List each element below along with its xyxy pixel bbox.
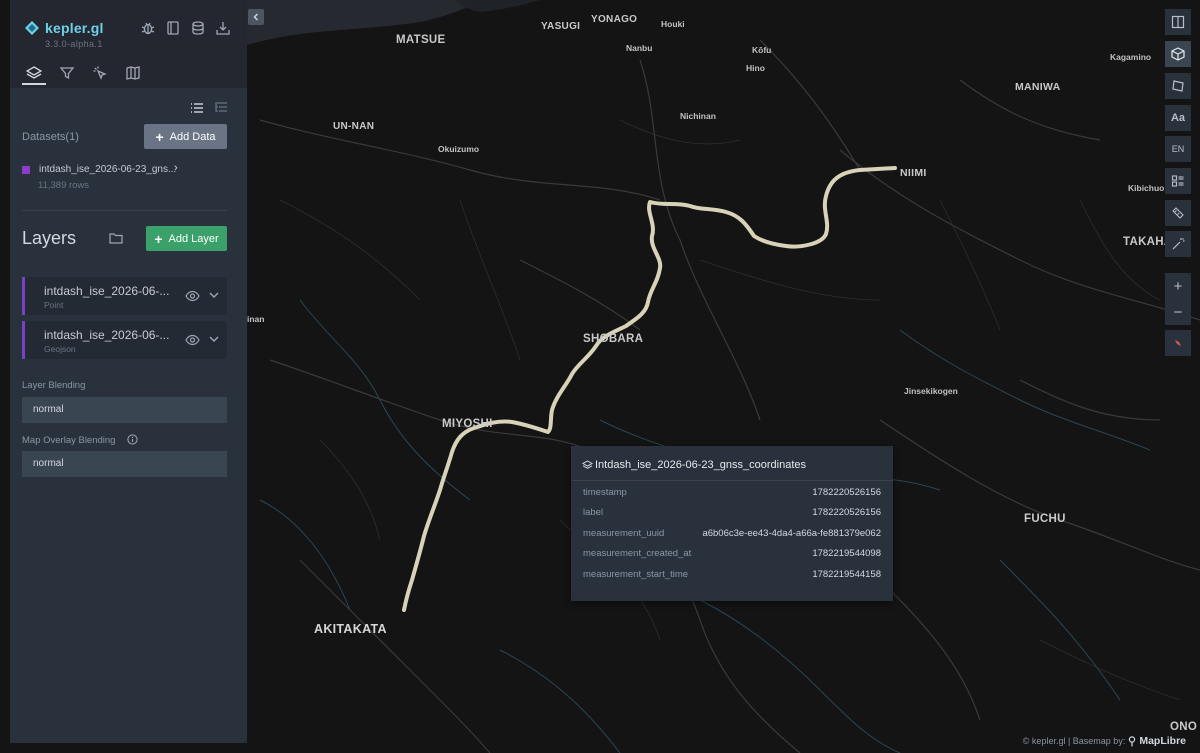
eye-icon[interactable]	[185, 289, 200, 303]
ruler-icon	[1172, 207, 1184, 219]
layers-title: Layers	[22, 228, 77, 248]
eye-icon[interactable]	[185, 333, 200, 347]
tree-view-icon[interactable]	[213, 100, 229, 116]
add-data-button[interactable]: + Add Data	[144, 124, 227, 149]
tooltip-row: measurement_created_at 1782219544098	[583, 548, 881, 562]
section-divider	[22, 210, 227, 211]
layers-icon	[26, 66, 42, 79]
collapse-panel-button[interactable]	[248, 9, 264, 25]
add-data-label: Add Data	[169, 130, 216, 143]
dataset-name[interactable]: intdash_ise_2026-06-23_gns...	[39, 164, 176, 175]
tooltip-value: 1782219544158	[812, 569, 881, 580]
chevron-down-icon[interactable]	[208, 289, 220, 301]
dataset-color-swatch	[22, 166, 30, 174]
compass-button[interactable]	[1165, 330, 1191, 356]
layer-type: Point	[44, 300, 64, 310]
layer-card-geojson[interactable]: intdash_ise_2026-06-... Geojson	[22, 321, 227, 359]
map-legend-button[interactable]	[1165, 168, 1191, 194]
app-version: 3.3.0-alpha.1	[45, 39, 103, 49]
layer-card-point[interactable]: intdash_ise_2026-06-... Point	[22, 277, 227, 315]
app-name: kepler.gl	[45, 20, 104, 36]
add-layer-label: Add Layer	[168, 232, 219, 245]
tooltip-row: measurement_uuid a6b06c3e-ee43-4da4-a66a…	[583, 528, 881, 542]
filter-icon	[59, 67, 75, 80]
map-text-button[interactable]: Aa	[1165, 105, 1191, 131]
info-icon[interactable]	[127, 434, 138, 445]
side-panel: kepler.gl 3.3.0-alpha.1 Datasets(1) + Ad…	[10, 0, 247, 743]
tab-interactions[interactable]	[89, 62, 111, 84]
database-icon[interactable]	[190, 20, 206, 36]
tooltip-value: 1782220526156	[812, 507, 881, 518]
datasets-title: Datasets(1)	[22, 131, 79, 143]
magic-wand-icon	[1172, 238, 1185, 250]
split-map-button[interactable]	[1165, 9, 1191, 35]
tooltip-value: a6b06c3e-ee43-4da4-a66a-fe881379e062	[702, 528, 881, 539]
chevron-down-icon[interactable]	[208, 333, 220, 345]
hover-tooltip: Intdash_ise_2026-06-23_gnss_coordinates …	[571, 446, 893, 601]
tooltip-divider	[571, 480, 893, 481]
tab-layers[interactable]	[23, 62, 45, 84]
tooltip-key: measurement_start_time	[583, 569, 689, 580]
zoom-out-button[interactable]: −	[1165, 299, 1191, 325]
add-layer-button[interactable]: + Add Layer	[146, 226, 227, 251]
layer-blending-select[interactable]: normal	[22, 397, 227, 423]
layer-title[interactable]: intdash_ise_2026-06-...	[44, 284, 169, 298]
kepler-logo-icon	[25, 21, 39, 35]
cursor-click-icon	[93, 66, 107, 80]
kepler-attribution[interactable]: © kepler.gl | Basemap by:	[1023, 736, 1126, 746]
locale-button[interactable]: EN	[1165, 136, 1191, 162]
layers-icon	[582, 460, 593, 469]
tooltip-value: 1782220526156	[812, 487, 881, 498]
tab-base-map[interactable]	[122, 62, 144, 84]
split-map-icon	[1171, 15, 1185, 29]
tooltip-key: label	[583, 507, 604, 518]
tooltip-key: timestamp	[583, 487, 627, 498]
legend-button[interactable]	[1165, 73, 1191, 99]
polygon-icon	[1172, 80, 1184, 92]
plus-icon: +	[155, 128, 164, 145]
active-tab-indicator	[22, 83, 46, 85]
tooltip-row: timestamp 1782220526156	[583, 487, 881, 501]
3d-view-button[interactable]	[1165, 41, 1191, 67]
map-attribution: © kepler.gl | Basemap by: MapLibre	[1023, 735, 1186, 747]
legend-icon	[1171, 175, 1184, 187]
tooltip-title: Intdash_ise_2026-06-23_gnss_coordinates	[595, 459, 806, 471]
overlay-blending-select[interactable]: normal	[22, 451, 227, 477]
tooltip-value: 1782219544098	[812, 548, 881, 559]
chevron-right-icon[interactable]: ›	[174, 162, 178, 174]
tooltip-row: label 1782220526156	[583, 507, 881, 521]
tooltip-row: measurement_start_time 1782219544158	[583, 569, 881, 583]
plus-icon: +	[154, 230, 163, 247]
tooltip-key: measurement_created_at	[583, 548, 692, 559]
annotation-button[interactable]	[1165, 231, 1191, 257]
export-download-icon[interactable]	[215, 20, 231, 36]
chevron-left-icon	[253, 13, 258, 21]
tooltip-key: measurement_uuid	[583, 528, 665, 539]
docs-book-icon[interactable]	[165, 20, 181, 36]
compass-icon	[1175, 340, 1181, 346]
folder-icon[interactable]	[109, 231, 123, 245]
list-view-icon[interactable]	[189, 100, 205, 116]
side-panel-header: kepler.gl 3.3.0-alpha.1	[10, 0, 247, 88]
layer-type: Geojson	[44, 344, 76, 354]
bug-report-icon[interactable]	[140, 20, 156, 36]
draw-button[interactable]	[1165, 200, 1191, 226]
zoom-in-button[interactable]: +	[1165, 273, 1191, 299]
maplibre-link[interactable]: MapLibre	[1139, 735, 1186, 747]
cube-icon	[1171, 47, 1185, 61]
layer-blending-label: Layer Blending	[22, 380, 86, 391]
tab-filters[interactable]	[56, 62, 78, 84]
dataset-row-count: 11,389 rows	[38, 180, 90, 191]
maplibre-logo-icon	[1129, 735, 1136, 746]
layer-title[interactable]: intdash_ise_2026-06-...	[44, 328, 169, 342]
map-icon	[126, 66, 140, 80]
overlay-blending-label: Map Overlay Blending	[22, 435, 116, 446]
